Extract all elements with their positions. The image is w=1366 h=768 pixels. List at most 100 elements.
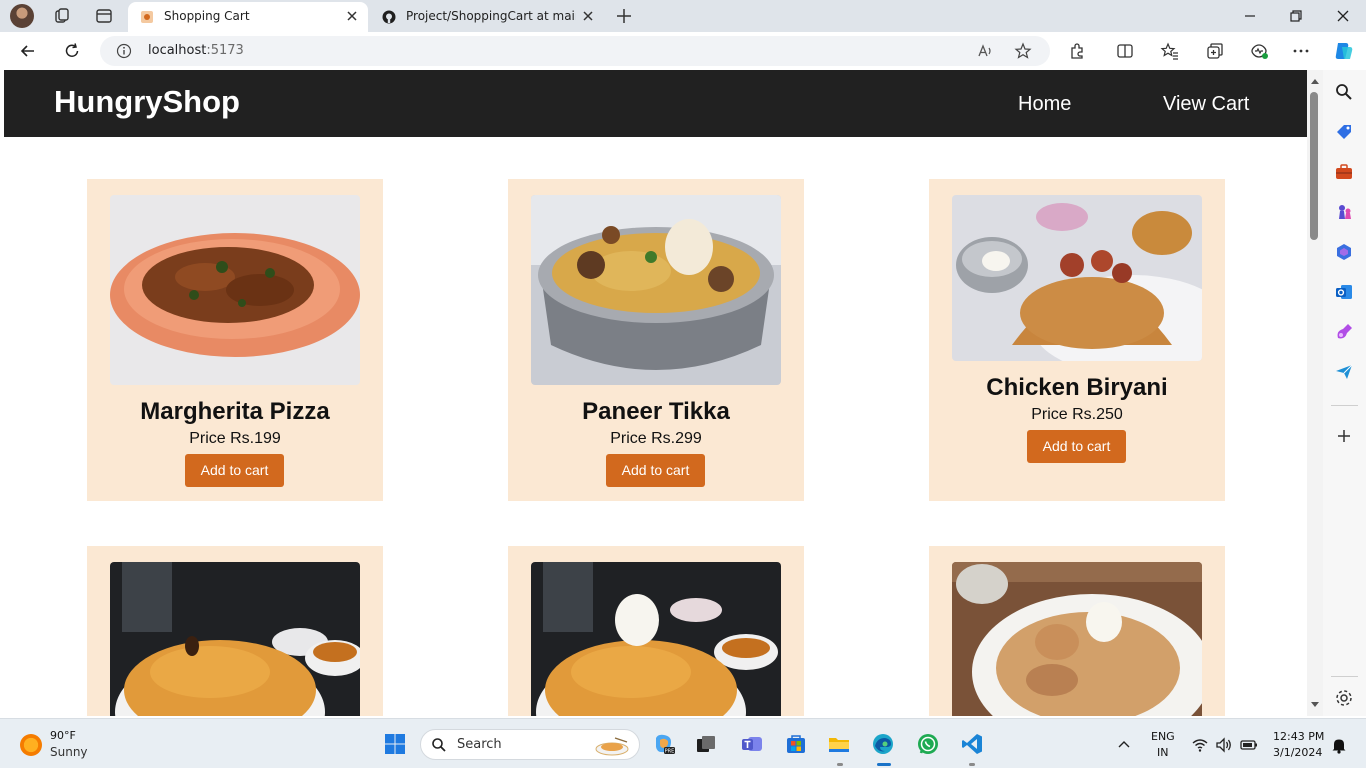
designer-icon[interactable] <box>1334 322 1354 342</box>
search-highlight-icon <box>595 737 629 756</box>
product-card <box>508 546 804 716</box>
weather-description[interactable]: Sunny <box>50 745 88 759</box>
search-icon[interactable] <box>1334 82 1354 102</box>
settings-gear-icon[interactable] <box>1334 688 1354 708</box>
product-name: Paneer Tikka <box>582 398 730 425</box>
search-icon <box>432 738 446 752</box>
microsoft-store-icon[interactable] <box>784 732 808 756</box>
show-hidden-icons-chevron-icon[interactable] <box>1116 737 1132 753</box>
collections-icon[interactable] <box>1205 41 1225 61</box>
workspaces-icon[interactable] <box>52 6 72 26</box>
page-viewport: HungryShop Home View Cart Margherita Piz… <box>4 70 1307 716</box>
profile-avatar[interactable] <box>10 4 34 28</box>
tab-shopping-cart[interactable]: Shopping Cart <box>128 2 368 32</box>
product-image <box>531 562 781 716</box>
close-tab-icon[interactable] <box>344 8 360 24</box>
back-icon[interactable] <box>18 41 38 61</box>
weather-sun-icon[interactable] <box>20 734 42 756</box>
product-card-chicken-biryani: Chicken Biryani Price Rs.250 Add to cart <box>929 179 1225 501</box>
product-name: Chicken Biryani <box>986 374 1168 401</box>
copilot-icon[interactable] <box>1332 39 1356 63</box>
scroll-up-icon[interactable] <box>1310 76 1320 86</box>
whatsapp-icon[interactable] <box>916 732 940 756</box>
site-info-icon[interactable] <box>116 43 132 59</box>
product-image <box>531 195 781 385</box>
product-image <box>110 195 360 385</box>
windows-taskbar: 90°F Sunny Search PRE ENG IN 12:43 PM 3/… <box>0 718 1366 768</box>
shopping-tag-icon[interactable] <box>1334 122 1354 142</box>
start-windows-icon[interactable] <box>383 732 407 756</box>
address-bar[interactable]: localhost:5173 <box>100 36 1050 66</box>
region-indicator[interactable]: IN <box>1157 746 1168 759</box>
language-indicator[interactable]: ENG <box>1151 730 1175 743</box>
close-tab-icon[interactable] <box>580 8 596 24</box>
battery-icon[interactable] <box>1240 736 1258 754</box>
tab-title: Project/ShoppingCart at main · S <box>406 9 576 23</box>
site-brand[interactable]: HungryShop <box>54 84 240 120</box>
page-scrollbar[interactable] <box>1307 70 1323 716</box>
product-card-paneer-tikka: Paneer Tikka Price Rs.299 Add to cart <box>508 179 804 501</box>
microsoft-365-icon[interactable] <box>1334 242 1354 262</box>
restore-icon[interactable] <box>1286 6 1306 26</box>
send-icon[interactable] <box>1334 362 1354 382</box>
edge-browser-icon[interactable] <box>871 732 895 756</box>
product-price: Price Rs.199 <box>189 430 281 447</box>
tab-title: Shopping Cart <box>164 9 250 23</box>
refresh-icon[interactable] <box>62 41 82 61</box>
tab-github-project[interactable]: Project/ShoppingCart at main · S <box>370 2 604 32</box>
close-window-icon[interactable] <box>1333 6 1353 26</box>
product-price: Price Rs.250 <box>1031 406 1123 423</box>
minimize-icon[interactable] <box>1240 6 1260 26</box>
split-screen-icon[interactable] <box>1115 41 1135 61</box>
search-placeholder: Search <box>457 737 502 752</box>
volume-icon[interactable] <box>1215 736 1233 754</box>
add-to-cart-button[interactable]: Add to cart <box>1027 430 1126 463</box>
product-image <box>110 562 360 716</box>
vscode-icon[interactable] <box>960 732 984 756</box>
more-options-icon[interactable] <box>1291 41 1311 61</box>
edge-sidebar <box>1323 70 1366 716</box>
teams-icon[interactable] <box>740 732 764 756</box>
extensions-icon[interactable] <box>1067 41 1087 61</box>
vertical-tabs-icon[interactable] <box>94 6 114 26</box>
task-view-icon[interactable] <box>694 732 718 756</box>
product-image <box>952 195 1202 361</box>
running-indicator <box>969 763 975 766</box>
tools-briefcase-icon[interactable] <box>1334 162 1354 182</box>
browser-tab-strip: Shopping Cart Project/ShoppingCart at ma… <box>0 0 1366 32</box>
nav-view-cart-link[interactable]: View Cart <box>1163 93 1249 116</box>
outlook-icon[interactable] <box>1334 282 1354 302</box>
wifi-icon[interactable] <box>1191 736 1209 754</box>
file-explorer-icon[interactable] <box>827 732 851 756</box>
sidebar-divider <box>1331 676 1358 677</box>
scroll-down-icon[interactable] <box>1310 700 1320 710</box>
games-chess-icon[interactable] <box>1334 202 1354 222</box>
taskbar-time[interactable]: 12:43 PM <box>1273 730 1324 743</box>
browser-essentials-icon[interactable] <box>1249 41 1269 61</box>
product-name: Margherita Pizza <box>140 398 330 425</box>
nav-home-link[interactable]: Home <box>1018 93 1071 116</box>
product-card-margherita-pizza: Margherita Pizza Price Rs.199 Add to car… <box>87 179 383 501</box>
taskbar-date[interactable]: 3/1/2024 <box>1273 746 1322 759</box>
copilot-preview-icon[interactable]: PRE <box>652 732 676 756</box>
running-indicator <box>837 763 843 766</box>
notifications-bell-icon[interactable] <box>1330 736 1348 754</box>
site-header: HungryShop Home View Cart <box>4 70 1307 137</box>
read-aloud-icon[interactable] <box>976 42 994 60</box>
add-to-cart-button[interactable]: Add to cart <box>606 454 705 487</box>
product-card <box>929 546 1225 716</box>
new-tab-icon[interactable] <box>614 6 634 26</box>
product-price: Price Rs.299 <box>610 430 702 447</box>
active-app-indicator <box>877 763 891 766</box>
browser-toolbar: localhost:5173 <box>0 32 1366 70</box>
taskbar-search[interactable]: Search <box>420 729 640 760</box>
url-text: localhost:5173 <box>148 43 244 58</box>
add-to-cart-button[interactable]: Add to cart <box>185 454 284 487</box>
weather-temperature[interactable]: 90°F <box>50 729 76 742</box>
product-card <box>87 546 383 716</box>
scrollbar-thumb[interactable] <box>1310 92 1318 240</box>
favorite-star-icon[interactable] <box>1014 42 1032 60</box>
add-icon[interactable] <box>1334 426 1354 446</box>
svg-text:PRE: PRE <box>665 749 675 755</box>
favorites-icon[interactable] <box>1160 41 1180 61</box>
